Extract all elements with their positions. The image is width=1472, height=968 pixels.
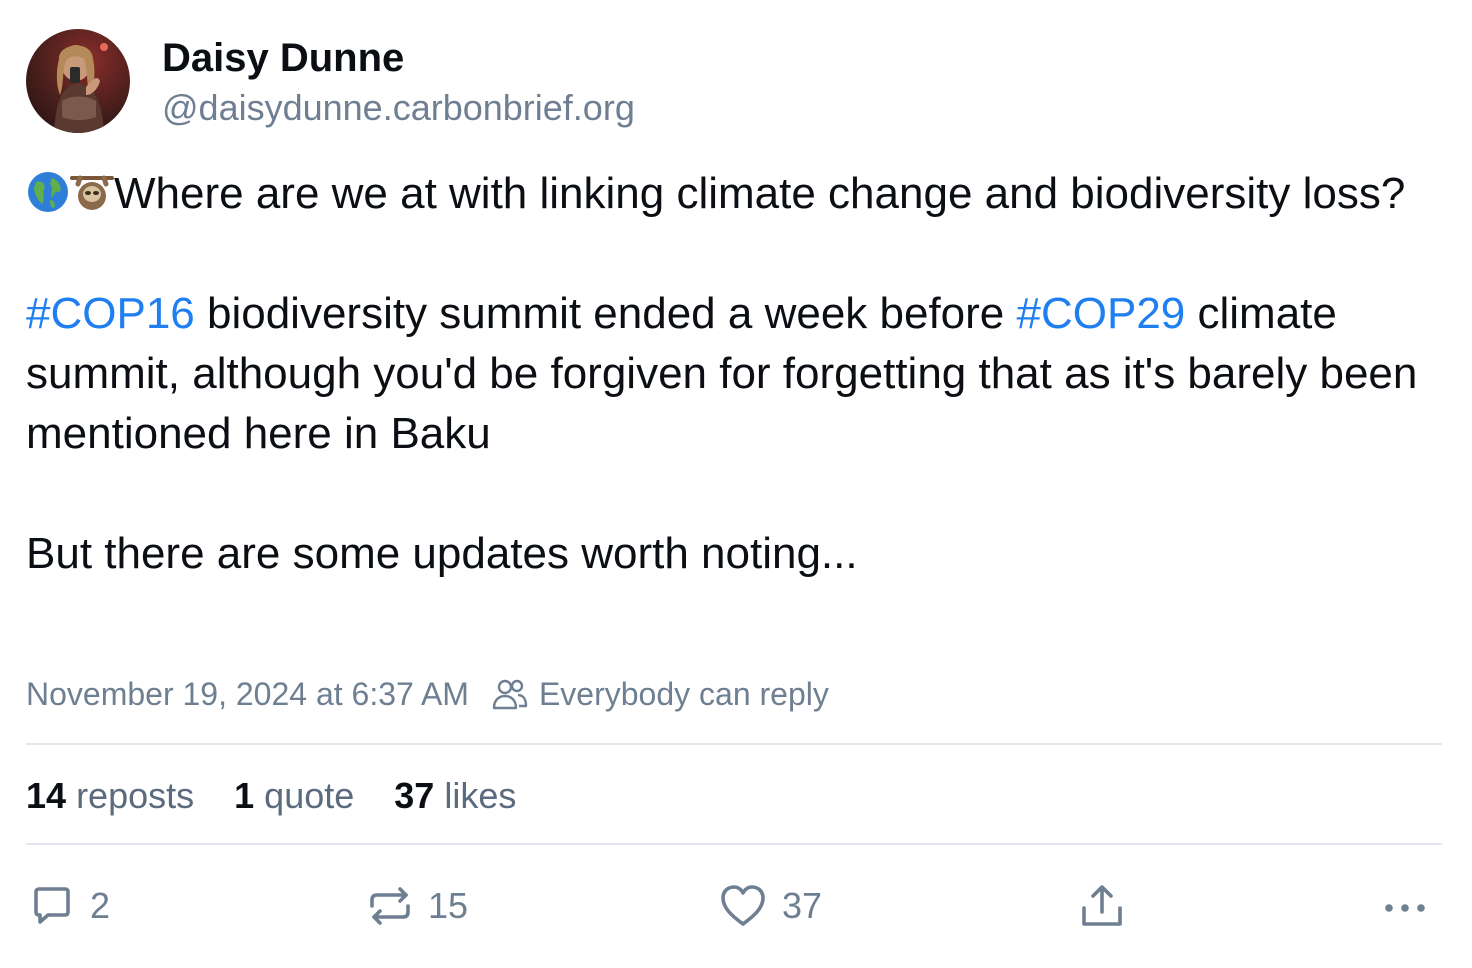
post-meta: November 19, 2024 at 6:37 AM Everybody c…: [26, 672, 829, 716]
reply-setting[interactable]: Everybody can reply: [491, 676, 829, 713]
quotes-label: quote: [264, 775, 355, 816]
likes-count: 37: [394, 775, 435, 816]
hashtag-cop16-link[interactable]: #COP16: [26, 289, 195, 338]
post-paragraph-3: But there are some updates worth noting.…: [26, 529, 858, 578]
reposts-count: 14: [26, 775, 67, 816]
reply-setting-label: Everybody can reply: [538, 675, 829, 712]
likes-stat[interactable]: 37 likes: [394, 775, 516, 817]
author-handle[interactable]: @daisydunne.carbonbrief.org: [162, 86, 635, 130]
like-count: 37: [782, 885, 823, 926]
repost-button[interactable]: 15: [366, 878, 468, 934]
reply-count: 2: [90, 885, 111, 926]
author-display-name[interactable]: Daisy Dunne: [162, 34, 404, 82]
quotes-count: 1: [234, 775, 255, 816]
quotes-stat[interactable]: 1 quote: [234, 775, 354, 817]
reposts-label: reposts: [76, 775, 195, 816]
post-thread-item: Daisy Dunne @daisydunne.carbonbrief.org …: [0, 0, 1472, 968]
post-paragraph-1: Where are we at with linking climate cha…: [26, 164, 1446, 224]
reposts-stat[interactable]: 14 reposts: [26, 775, 194, 817]
people-icon: [492, 679, 528, 710]
post-actions: 2 15 37: [0, 878, 1472, 934]
globe-emoji-icon: [26, 170, 70, 214]
hashtag-cop29-link[interactable]: #COP29: [1017, 289, 1186, 338]
post-text: Where are we at with linking climate cha…: [26, 164, 1446, 584]
post-timestamp[interactable]: November 19, 2024 at 6:37 AM: [26, 676, 469, 713]
more-options-button[interactable]: [1382, 878, 1428, 934]
heart-icon: [721, 885, 765, 926]
post-line-1: Where are we at with linking climate cha…: [114, 169, 1406, 218]
more-horizontal-icon: [1385, 904, 1425, 912]
repost-icon: [370, 887, 410, 925]
post-mid-text: biodiversity summit ended a week before: [194, 289, 1017, 338]
share-button[interactable]: [1078, 878, 1126, 934]
post-stats: 14 reposts 1 quote 37 likes: [26, 772, 556, 820]
divider: [26, 843, 1442, 845]
sloth-emoji-icon: [70, 170, 114, 214]
post-paragraph-2: #COP16 biodiversity summit ended a week …: [26, 284, 1446, 464]
divider: [26, 743, 1442, 745]
avatar-photo-icon: [26, 29, 130, 133]
avatar[interactable]: [26, 29, 130, 133]
likes-label: likes: [444, 775, 517, 816]
reply-bubble-icon: [34, 887, 70, 924]
reply-button[interactable]: 2: [28, 878, 110, 934]
like-button[interactable]: 37: [718, 878, 822, 934]
repost-count: 15: [428, 885, 469, 926]
share-upload-icon: [1082, 885, 1122, 926]
